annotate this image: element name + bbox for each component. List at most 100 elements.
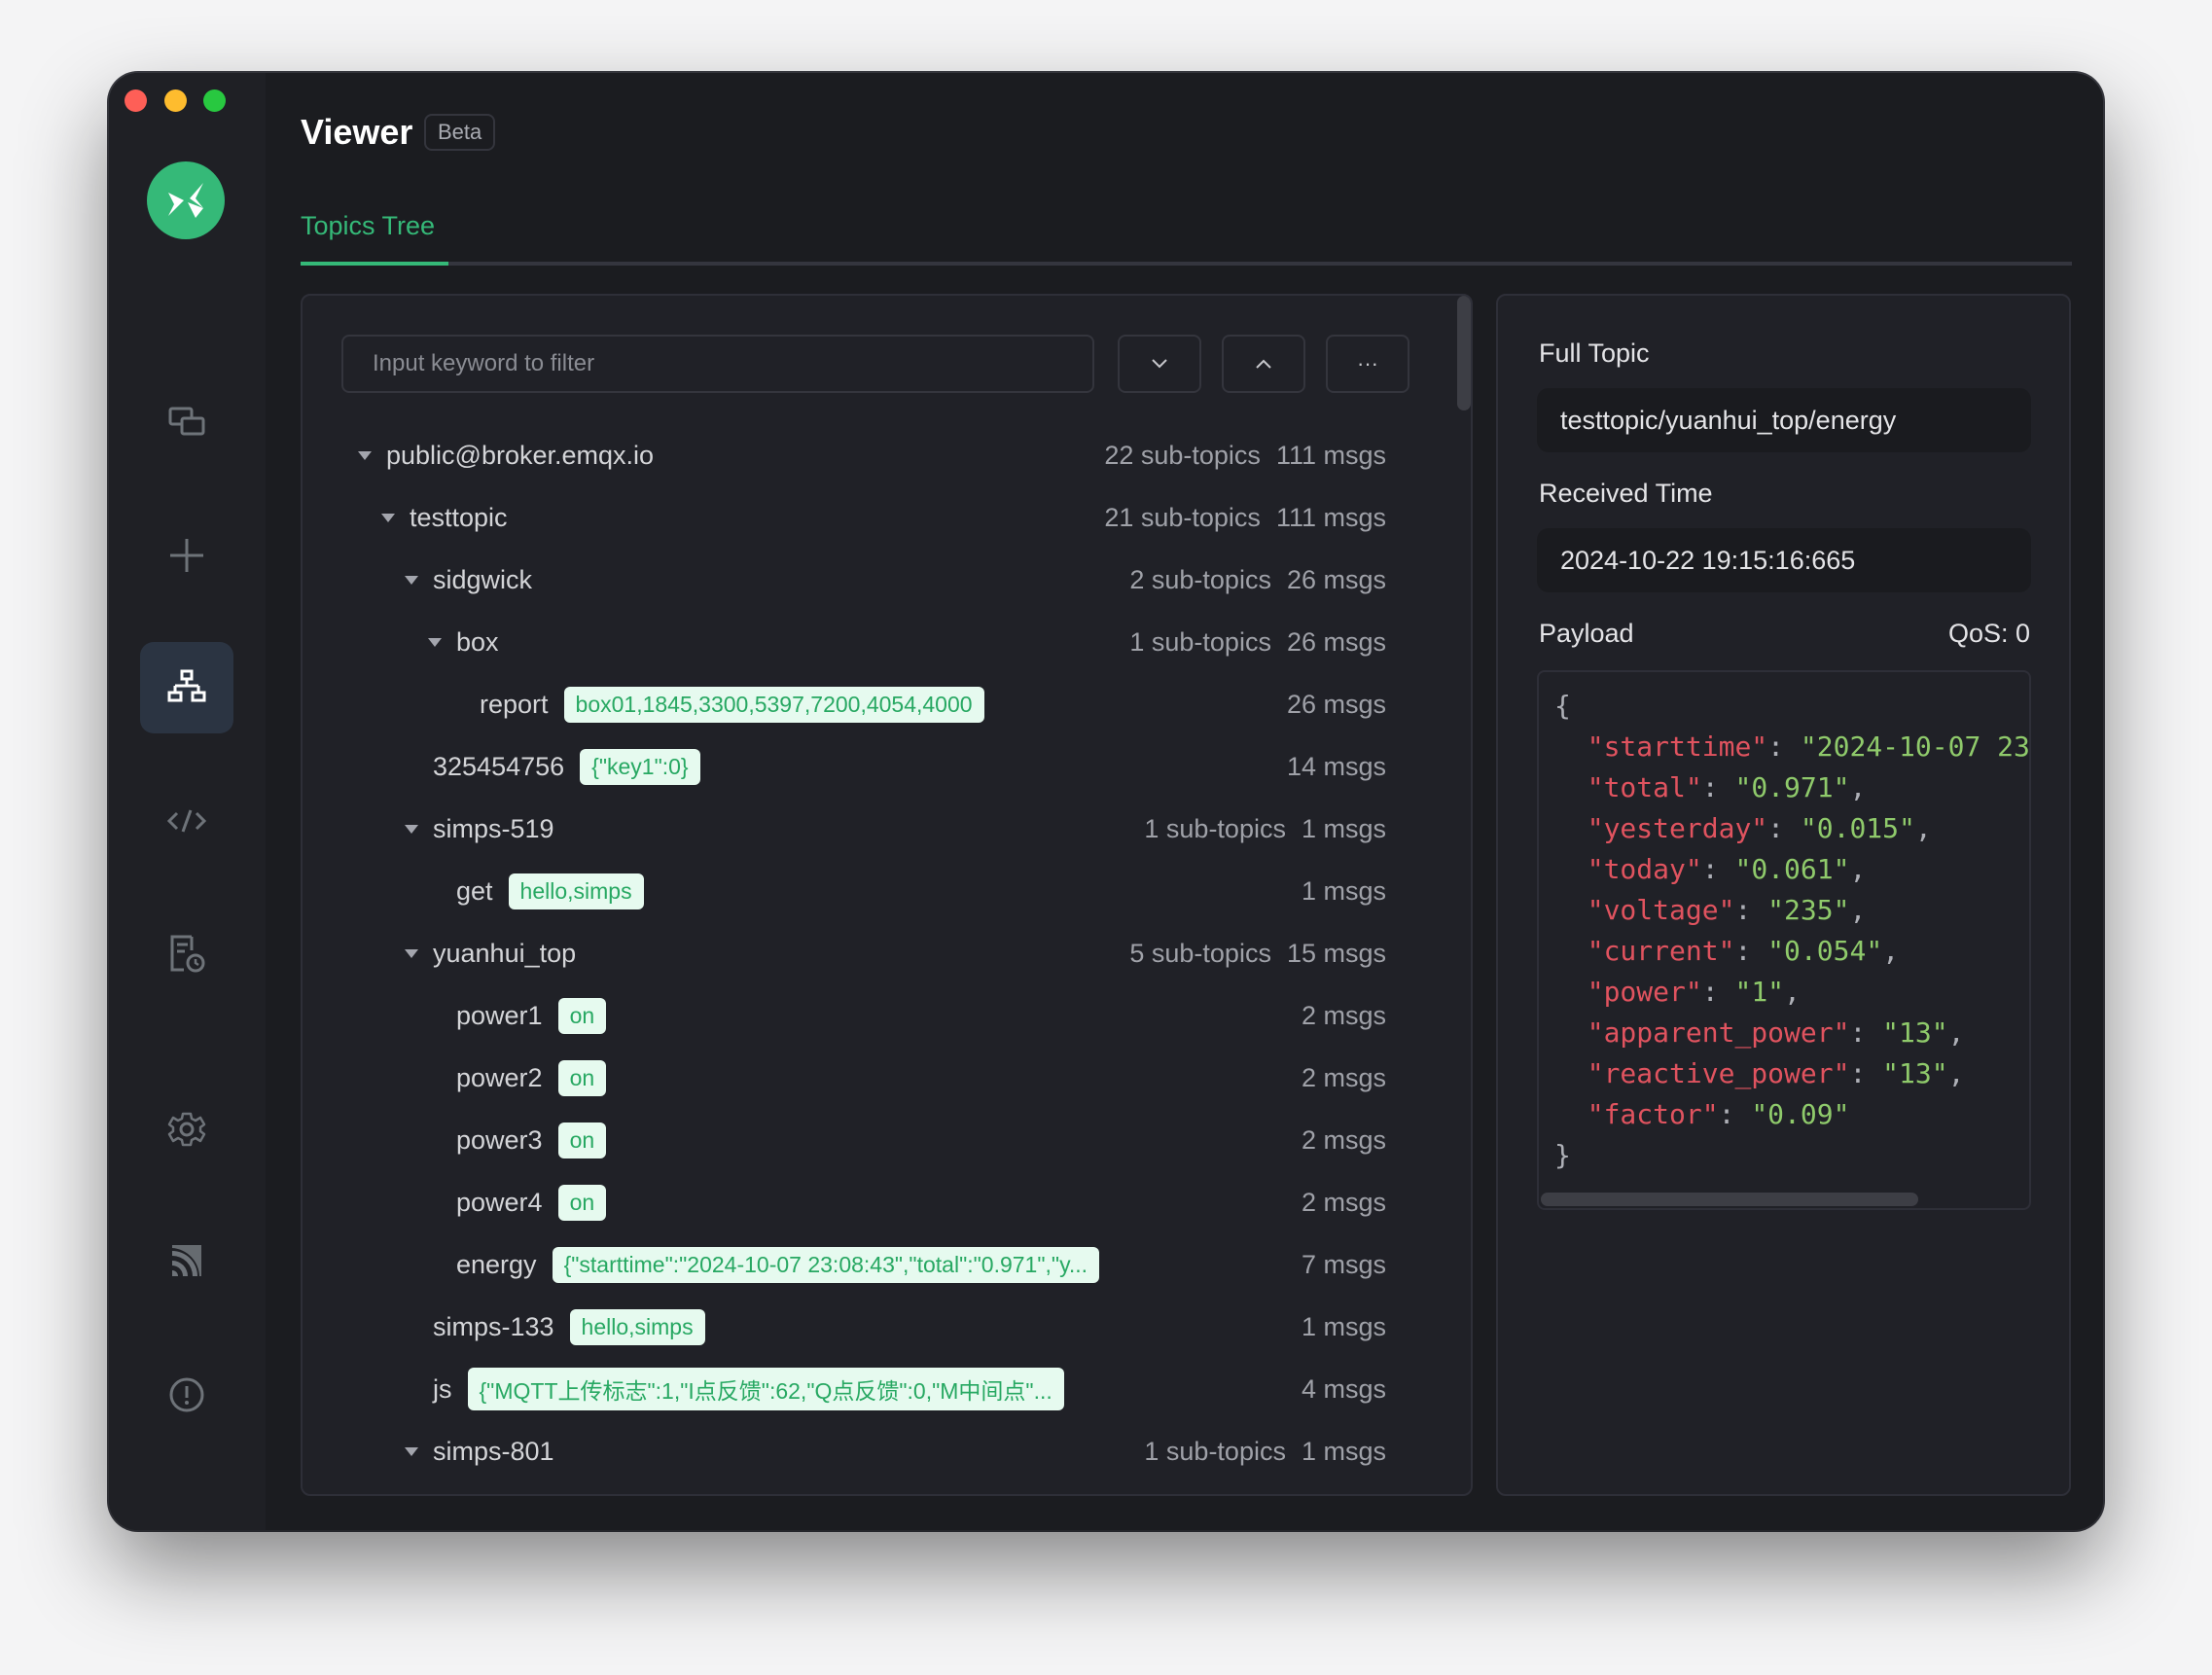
collapse-all-button[interactable]: [1118, 335, 1201, 393]
topic-counts: 2 msgs: [1302, 1188, 1386, 1218]
app-logo[interactable]: [147, 161, 225, 239]
sub-topics-count: 21 sub-topics: [1104, 502, 1261, 532]
received-time-label: Received Time: [1539, 479, 1713, 508]
tree-node[interactable]: box 1 sub-topics 26 msgs: [341, 611, 1425, 673]
connections-icon: [168, 407, 205, 436]
more-options-button[interactable]: ···: [1326, 335, 1409, 393]
full-topic-value[interactable]: testtopic/yuanhui_top/energy: [1537, 388, 2031, 452]
topic-name: report: [480, 689, 549, 719]
tree-node[interactable]: power3 on 2 msgs: [341, 1109, 1425, 1171]
received-time-value[interactable]: 2024-10-22 19:15:16:665: [1537, 528, 2031, 592]
json-key-text: starttime: [1603, 731, 1752, 763]
message-count: 7 msgs: [1301, 1249, 1386, 1279]
tab-topics-tree[interactable]: Topics Tree: [301, 211, 435, 241]
tree-node[interactable]: js {"MQTT上传标志":1,"I点反馈":62,"Q点反馈":0,"M中间点…: [341, 1358, 1425, 1420]
beta-badge: Beta: [424, 114, 496, 151]
message-count: 2 msgs: [1301, 1062, 1386, 1092]
tree-node[interactable]: report box01,1845,3300,5397,7200,4054,400…: [341, 673, 1425, 735]
payload-line: "factor": "0.09": [1587, 1098, 1850, 1130]
sidebar-item-about[interactable]: [140, 1349, 233, 1441]
topic-counts: 1 msgs: [1302, 876, 1386, 907]
tree-node[interactable]: simps-519 1 sub-topics 1 msgs: [341, 798, 1425, 860]
caret-down-icon[interactable]: [404, 948, 419, 959]
tree-node[interactable]: sidgwick 2 sub-topics 26 msgs: [341, 549, 1425, 611]
expand-all-button[interactable]: [1222, 335, 1305, 393]
sidebar-item-log[interactable]: [140, 908, 233, 999]
tree-node[interactable]: power1 on 2 msgs: [341, 984, 1425, 1047]
json-key: "reactive_power": [1587, 1057, 1850, 1089]
tree-scrollbar[interactable]: [1457, 296, 1471, 410]
json-value-text: 235: [1784, 894, 1834, 926]
sidebar: [109, 73, 266, 1530]
minimize-window-button[interactable]: [164, 89, 187, 112]
topic-name: power4: [456, 1187, 543, 1217]
chevron-up-icon: [1256, 359, 1271, 369]
app-window: Viewer Beta Topics Tree ··· public@broke…: [109, 73, 2103, 1530]
json-key: "yesterday": [1587, 812, 1768, 844]
json-value: "13": [1882, 1057, 1948, 1089]
json-value: "235": [1767, 894, 1850, 926]
tree-node[interactable]: testtopic 21 sub-topics 111 msgs: [341, 486, 1425, 549]
json-key: "power": [1587, 976, 1702, 1008]
sidebar-item-script[interactable]: [140, 775, 233, 867]
tree-node[interactable]: get hello,simps 1 msgs: [341, 860, 1425, 922]
json-key-text: reactive_power: [1603, 1057, 1834, 1089]
json-value: "0.015": [1800, 812, 1915, 844]
topic-counts: 1 sub-topics 1 msgs: [1144, 1437, 1386, 1467]
topic-counts: 2 msgs: [1302, 1001, 1386, 1031]
tree-node[interactable]: power4 on 2 msgs: [341, 1171, 1425, 1233]
payload-preview-tag: {"key1":0}: [580, 748, 700, 785]
payload-horizontal-scrollbar[interactable]: [1541, 1193, 1918, 1206]
tree-node[interactable]: simps-133 hello,simps 1 msgs: [341, 1296, 1425, 1358]
caret-down-icon[interactable]: [380, 513, 396, 523]
sidebar-item-viewer[interactable]: [140, 642, 233, 733]
sidebar-item-connections[interactable]: [140, 377, 233, 469]
topic-name: yuanhui_top: [433, 938, 577, 968]
tree-node[interactable]: yuanhui_top 5 sub-topics 15 msgs: [341, 922, 1425, 984]
payload-viewer[interactable]: { "starttime": "2024-10-07 23 "total": "…: [1537, 670, 2031, 1210]
caret-down-icon[interactable]: [357, 450, 373, 461]
sub-topics-count: 22 sub-topics: [1104, 440, 1261, 470]
payload-preview-tag: on: [557, 1184, 607, 1221]
topic-name: energy: [456, 1249, 537, 1279]
caret-down-icon[interactable]: [404, 1446, 419, 1457]
topic-name: sidgwick: [433, 564, 533, 594]
caret-down-icon[interactable]: [427, 637, 443, 648]
message-detail-panel: Full Topic testtopic/yuanhui_top/energy …: [1496, 294, 2071, 1496]
sidebar-item-new-connection[interactable]: [140, 510, 233, 601]
payload-line: "current": "0.054",: [1587, 935, 1900, 967]
payload-preview-tag: on: [557, 1059, 607, 1096]
tree-node[interactable]: 325454756 {"key1":0} 14 msgs: [341, 735, 1425, 798]
payload-line: "yesterday": "0.015",: [1587, 812, 1932, 844]
caret-down-icon[interactable]: [404, 824, 419, 835]
maximize-window-button[interactable]: [203, 89, 226, 112]
payload-line: "starttime": "2024-10-07 23: [1587, 731, 2030, 763]
plus-icon: [170, 539, 203, 572]
message-count: 2 msgs: [1301, 1124, 1386, 1155]
topic-counts: 1 msgs: [1302, 1312, 1386, 1342]
close-window-button[interactable]: [125, 89, 147, 112]
tree-node[interactable]: public@broker.emqx.io 22 sub-topics 111 ms…: [341, 424, 1425, 486]
payload-line: "today": "0.061",: [1587, 853, 1867, 885]
sidebar-item-settings[interactable]: [140, 1084, 233, 1175]
payload-code: { "starttime": "2024-10-07 23 "total": "…: [1539, 672, 2029, 1176]
payload-line: "apparent_power": "13",: [1587, 1016, 1965, 1049]
tree-node[interactable]: energy {"starttime":"2024-10-07 23:08:43"…: [341, 1233, 1425, 1296]
json-value-text: 13: [1899, 1057, 1932, 1089]
message-count: 26 msgs: [1286, 564, 1386, 594]
message-count: 1 msgs: [1301, 1436, 1386, 1466]
qos-label: QoS: 0: [1947, 619, 2030, 648]
filter-input[interactable]: [341, 335, 1094, 393]
caret-down-icon[interactable]: [404, 575, 419, 586]
tree-node[interactable]: power2 on 2 msgs: [341, 1047, 1425, 1109]
topic-name: simps-801: [433, 1436, 554, 1466]
sidebar-item-subscriptions[interactable]: [140, 1216, 233, 1307]
message-count: 2 msgs: [1301, 1000, 1386, 1030]
topics-tree-icon: [167, 669, 206, 702]
payload-line: "total": "0.971",: [1587, 771, 1867, 803]
tab-bar: [301, 262, 2072, 266]
topic-counts: 5 sub-topics 15 msgs: [1129, 939, 1386, 969]
gear-icon: [167, 1112, 206, 1147]
topic-counts: 2 msgs: [1302, 1063, 1386, 1093]
tree-node[interactable]: simps-801 1 sub-topics 1 msgs: [341, 1420, 1425, 1482]
